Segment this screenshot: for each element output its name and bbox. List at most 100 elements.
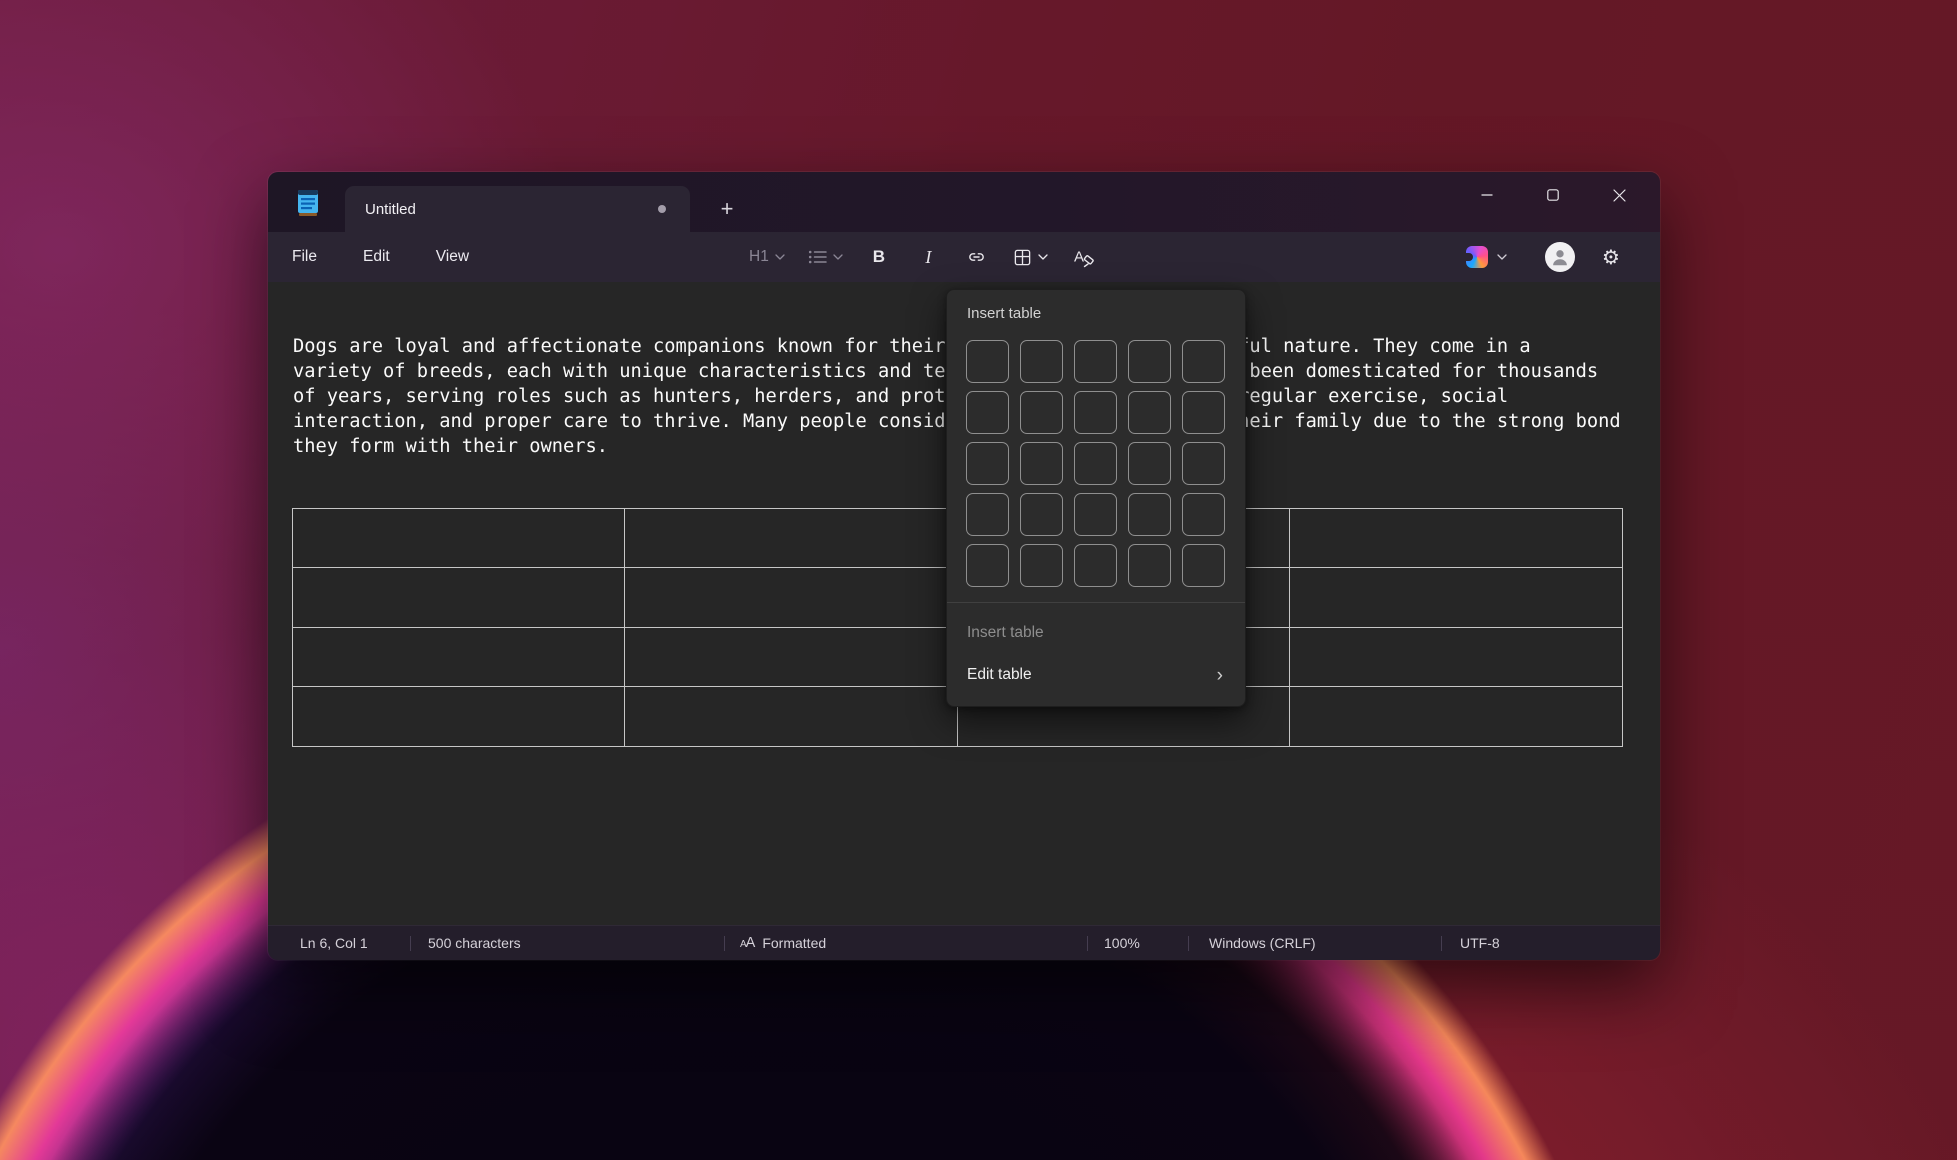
table-size-cell[interactable]	[1074, 340, 1117, 383]
document-table-cell[interactable]	[1290, 509, 1622, 568]
document-table-cell[interactable]	[1290, 568, 1622, 627]
menubar: File Edit View	[268, 242, 481, 272]
close-button[interactable]	[1586, 172, 1652, 218]
insert-table-button[interactable]	[1009, 240, 1052, 274]
document-table-cell[interactable]	[625, 628, 957, 687]
titlebar: Untitled +	[268, 172, 1660, 232]
table-size-cell[interactable]	[1128, 442, 1171, 485]
table-size-cell[interactable]	[1182, 493, 1225, 536]
chevron-down-icon	[1497, 254, 1507, 261]
document-table-cell[interactable]	[1290, 628, 1622, 687]
document-table-cell[interactable]	[1290, 687, 1622, 746]
table-size-cell[interactable]	[1074, 544, 1117, 587]
status-encoding: UTF-8	[1460, 926, 1500, 960]
table-size-cell[interactable]	[1020, 340, 1063, 383]
document-table-cell[interactable]	[625, 568, 957, 627]
bullet-list-icon	[808, 248, 827, 266]
table-size-cell[interactable]	[1182, 442, 1225, 485]
status-character-count: 500 characters	[428, 926, 521, 960]
status-format-toggle[interactable]: AA Formatted	[740, 926, 826, 960]
copilot-icon	[1466, 246, 1488, 268]
menu-item-edit[interactable]: Edit	[351, 242, 402, 272]
gear-icon: ⚙	[1602, 245, 1620, 270]
maximize-button[interactable]	[1520, 172, 1586, 218]
status-divider	[1188, 936, 1189, 951]
dropdown-separator	[947, 602, 1245, 603]
table-icon	[1013, 248, 1032, 267]
notepad-window: Untitled + File Edit View H1	[268, 172, 1660, 960]
table-size-cell[interactable]	[1074, 391, 1117, 434]
status-divider	[1441, 936, 1442, 951]
table-size-cell[interactable]	[1128, 340, 1171, 383]
unsaved-indicator-icon	[658, 205, 666, 213]
list-style-button[interactable]	[804, 240, 847, 274]
table-size-cell[interactable]	[1182, 340, 1225, 383]
table-size-cell[interactable]	[966, 442, 1009, 485]
copilot-button[interactable]	[1462, 240, 1511, 274]
status-divider	[410, 936, 411, 951]
dropdown-header: Insert table	[967, 305, 1041, 322]
table-size-cell[interactable]	[966, 493, 1009, 536]
bold-icon: B	[873, 247, 885, 267]
heading-label: H1	[749, 248, 769, 266]
account-button[interactable]	[1545, 242, 1575, 272]
table-size-cell[interactable]	[966, 391, 1009, 434]
heading-style-button[interactable]: H1	[745, 240, 789, 274]
chevron-down-icon	[1038, 254, 1048, 261]
menu-item-view[interactable]: View	[424, 242, 481, 272]
status-format-label: Formatted	[762, 935, 826, 951]
chevron-down-icon	[833, 254, 843, 261]
bold-button[interactable]: B	[862, 240, 896, 274]
menu-item-edit-table[interactable]: Edit table ›	[952, 656, 1242, 694]
clear-formatting-icon: A	[1073, 247, 1095, 268]
italic-icon: I	[925, 247, 931, 268]
table-size-cell[interactable]	[1182, 391, 1225, 434]
table-size-cell[interactable]	[1020, 544, 1063, 587]
table-size-cell[interactable]	[1128, 544, 1171, 587]
table-size-cell[interactable]	[1182, 544, 1225, 587]
document-table-cell[interactable]	[625, 687, 957, 746]
link-icon	[966, 247, 987, 267]
table-size-cell[interactable]	[1074, 493, 1117, 536]
new-tab-button[interactable]: +	[708, 190, 746, 228]
menu-item-file[interactable]: File	[280, 242, 329, 272]
table-size-cell[interactable]	[1128, 493, 1171, 536]
plus-icon: +	[721, 196, 734, 222]
avatar-icon	[1549, 246, 1571, 268]
svg-text:A: A	[1074, 248, 1084, 265]
link-button[interactable]	[960, 240, 994, 274]
document-table-cell[interactable]	[293, 568, 625, 627]
table-size-grid	[966, 340, 1225, 587]
status-divider	[1087, 936, 1088, 951]
menu-item-insert-table[interactable]: Insert table	[952, 614, 1242, 652]
formatting-toolbar: H1 B I	[745, 232, 1101, 282]
tab-untitled[interactable]: Untitled	[345, 186, 690, 232]
document-table-cell[interactable]	[293, 509, 625, 568]
chevron-right-icon: ›	[1217, 666, 1227, 685]
status-divider	[724, 936, 725, 951]
tab-title: Untitled	[365, 201, 416, 218]
minimize-button[interactable]	[1454, 172, 1520, 218]
table-size-cell[interactable]	[966, 544, 1009, 587]
document-table-cell[interactable]	[625, 509, 957, 568]
formatting-aa-icon: AA	[740, 936, 754, 951]
document-table-cell[interactable]	[293, 628, 625, 687]
clear-formatting-button[interactable]: A	[1067, 240, 1101, 274]
table-size-cell[interactable]	[1074, 442, 1117, 485]
table-size-cell[interactable]	[1020, 391, 1063, 434]
toolbar-right-group: ⚙	[1460, 232, 1660, 282]
table-size-cell[interactable]	[966, 340, 1009, 383]
statusbar: Ln 6, Col 1 500 characters AA Formatted …	[268, 925, 1660, 960]
notepad-app-icon	[295, 188, 321, 217]
status-cursor-position: Ln 6, Col 1	[300, 926, 368, 960]
settings-button[interactable]: ⚙	[1595, 241, 1627, 273]
table-size-cell[interactable]	[1128, 391, 1171, 434]
table-size-cell[interactable]	[1020, 493, 1063, 536]
status-line-endings: Windows (CRLF)	[1209, 926, 1316, 960]
maximize-icon	[1547, 189, 1559, 201]
chevron-down-icon	[775, 254, 785, 261]
document-table-cell[interactable]	[293, 687, 625, 746]
table-size-cell[interactable]	[1020, 442, 1063, 485]
status-zoom-level: 100%	[1104, 926, 1140, 960]
italic-button[interactable]: I	[911, 240, 945, 274]
